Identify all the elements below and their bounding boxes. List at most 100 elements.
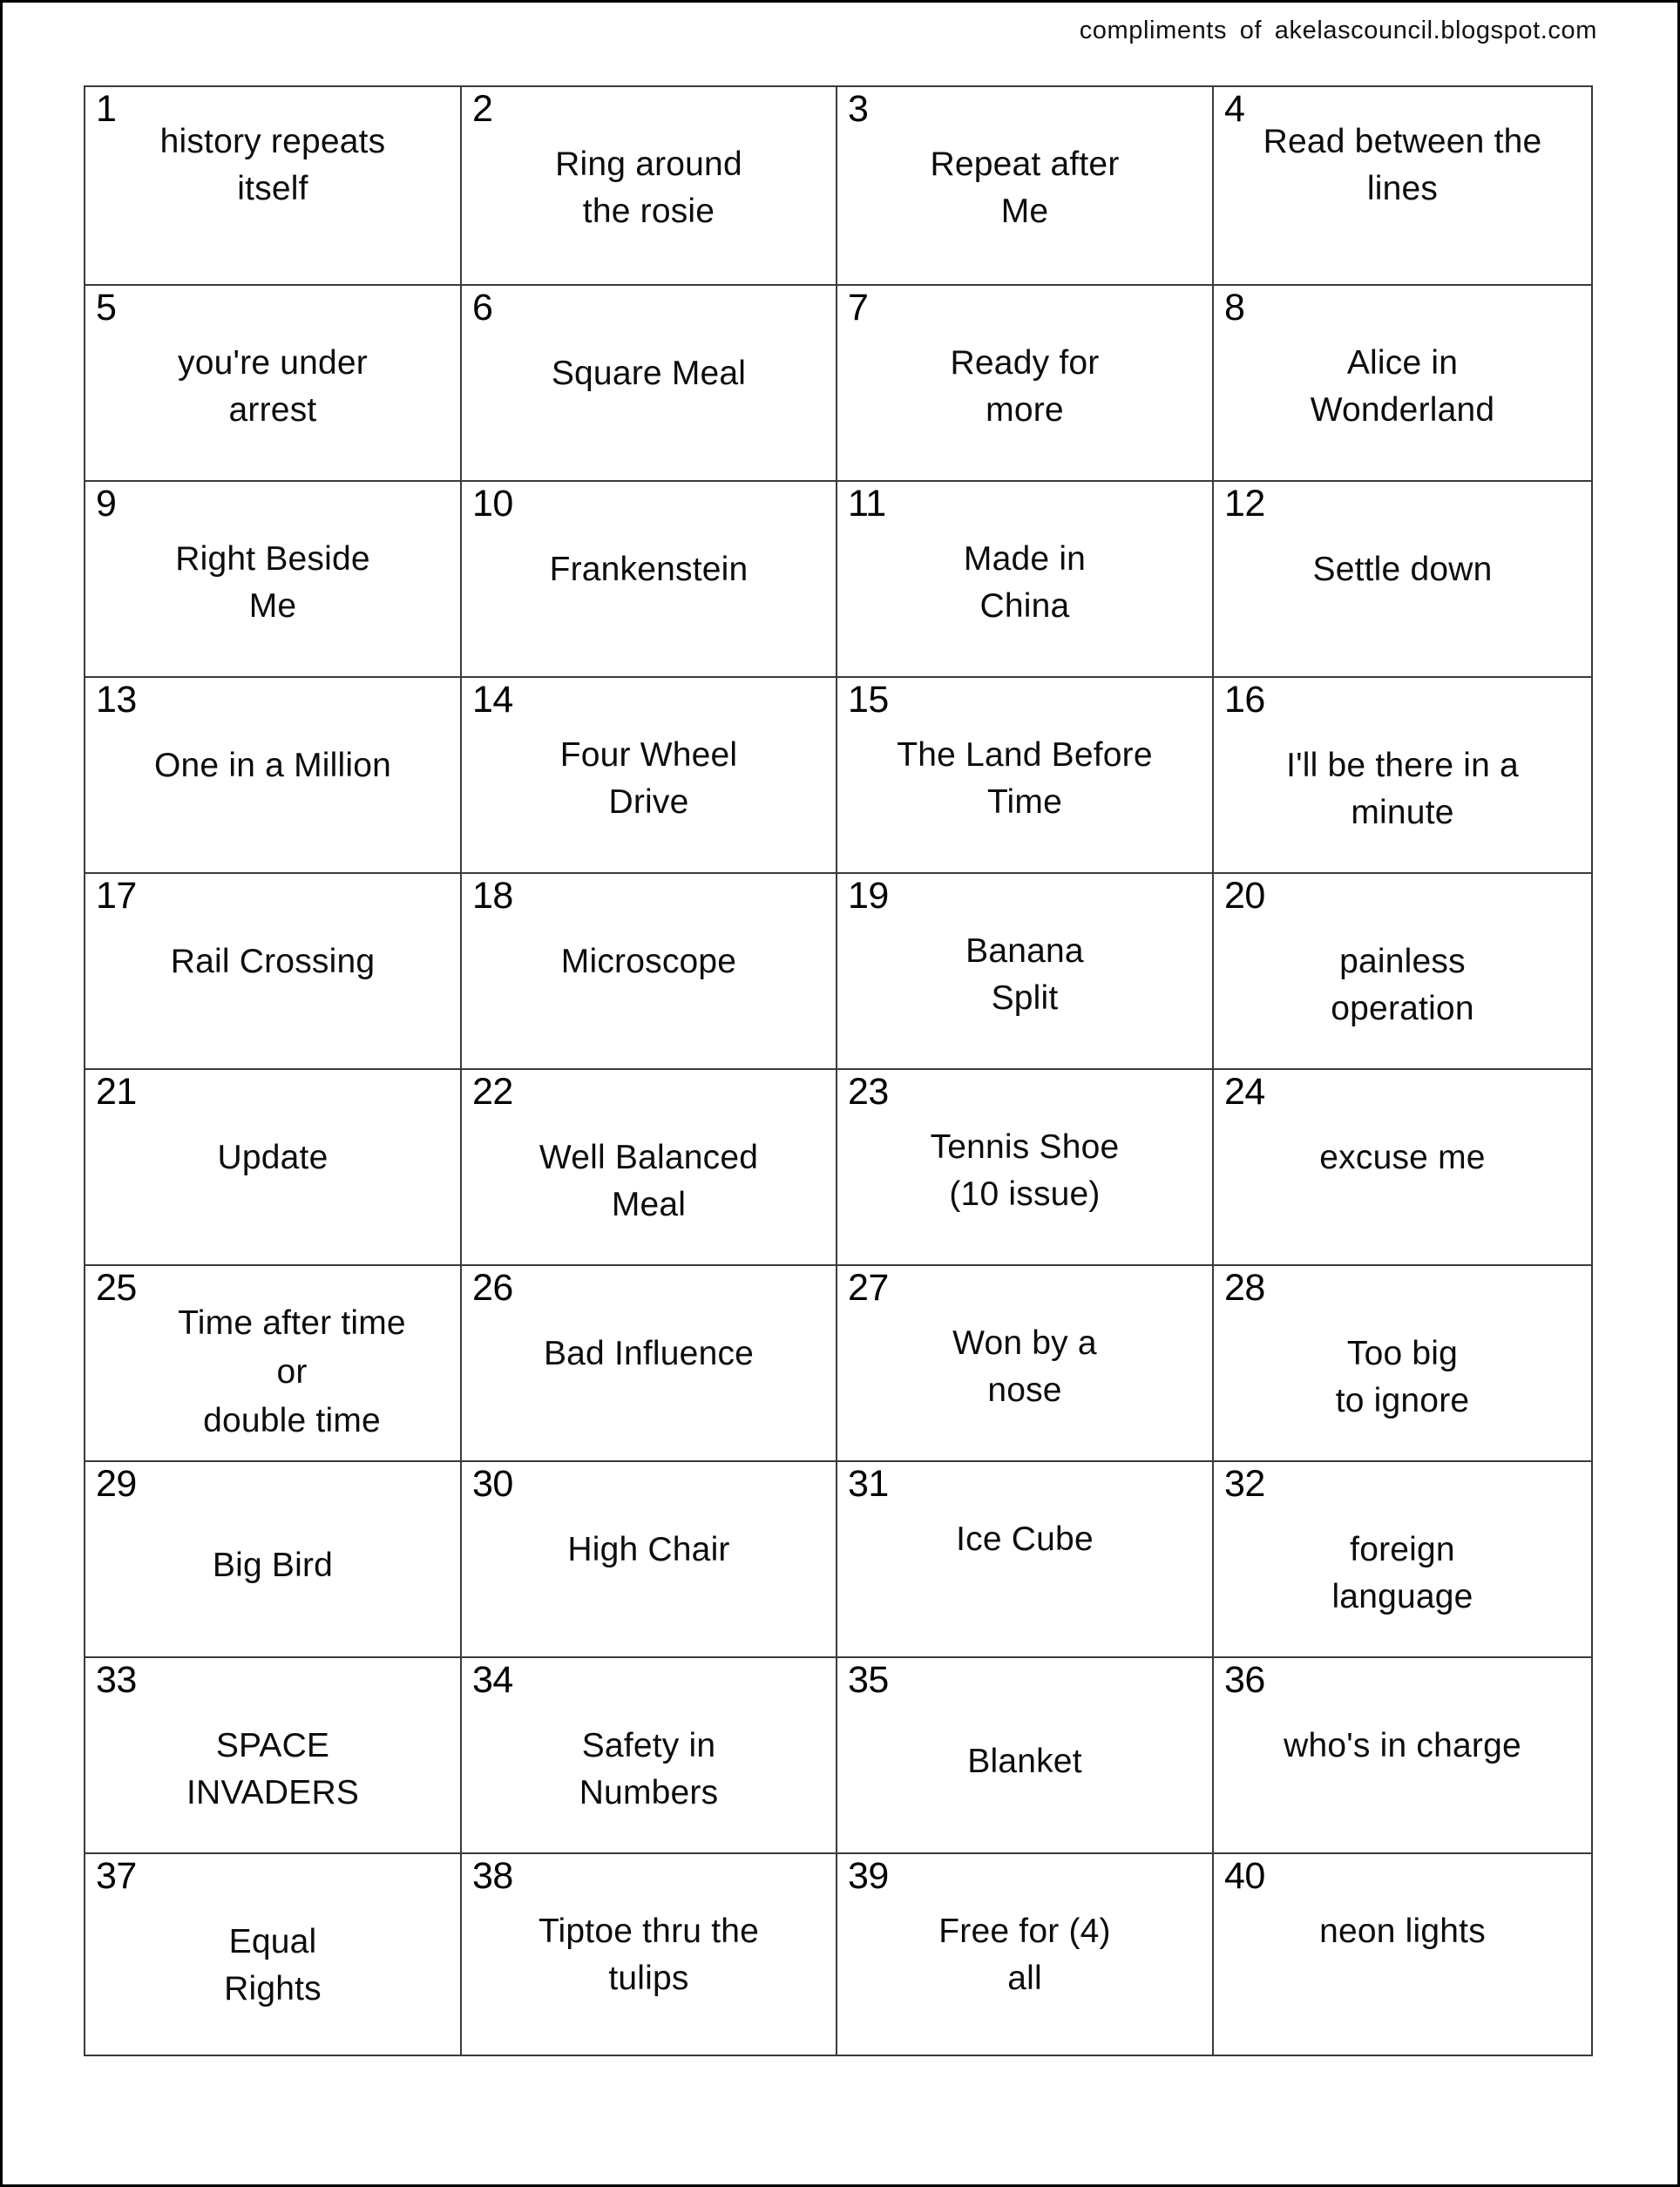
- puzzle-phrase: Square Meal: [551, 355, 747, 392]
- puzzle-number: 38: [472, 1855, 513, 1897]
- puzzle-cell[interactable]: 5 you're under arrest: [84, 284, 462, 482]
- puzzle-grid-row: 37 Equal Rights 38 Tiptoe thru the tulips 39 Fr…: [84, 1852, 1593, 2056]
- puzzle-cell[interactable]: 39 Free for (4) all: [836, 1852, 1214, 2056]
- puzzle-cell[interactable]: 37 Equal Rights: [84, 1852, 462, 2056]
- puzzle-phrase: Four Wheel Drive: [559, 736, 738, 821]
- puzzle-cell[interactable]: 7 Ready for more: [836, 284, 1214, 482]
- puzzle-number: 27: [848, 1267, 889, 1309]
- puzzle-grid-row: 17 Rail Crossing 18 Microscope 19 Banana Split…: [84, 872, 1593, 1070]
- puzzle-grid-row: 9 Right Beside Me 10 Frankenstein 11 Made in Ch…: [84, 480, 1593, 678]
- puzzle-phrase: Made in China: [963, 540, 1087, 625]
- puzzle-phrase: The Land Before Time: [897, 736, 1153, 821]
- puzzle-number: 29: [96, 1463, 137, 1505]
- puzzle-grid-row: 13 One in a Million 14 Four Wheel Drive 15 The…: [84, 676, 1593, 874]
- puzzle-cell[interactable]: 11 Made in China: [836, 480, 1214, 678]
- puzzle-phrase: neon lights: [1319, 1913, 1486, 1950]
- puzzle-grid-body: 1 history repeats itself 2 Ring around the ro…: [84, 85, 1593, 2056]
- puzzle-grid-row: 5 you're under arrest 6 Square Meal 7 Ready fo…: [84, 284, 1593, 482]
- puzzle-cell[interactable]: 29 Big Bird: [84, 1460, 462, 1658]
- puzzle-cell[interactable]: 21 Update: [84, 1068, 462, 1266]
- puzzle-phrase: Equal Rights: [224, 1923, 322, 2008]
- puzzle-cell[interactable]: 23 Tennis Shoe (10 issue): [836, 1068, 1214, 1266]
- puzzle-cell[interactable]: 24 excuse me: [1212, 1068, 1593, 1266]
- puzzle-cell[interactable]: 4 Read between the lines: [1212, 85, 1593, 286]
- puzzle-phrase: Ring around the rosie: [555, 146, 742, 230]
- puzzle-cell[interactable]: 40 neon lights: [1212, 1852, 1593, 2056]
- puzzle-cell[interactable]: 25 Time after time or double time: [84, 1264, 462, 1462]
- puzzle-cell[interactable]: 13 One in a Million: [84, 676, 462, 874]
- blog-credit-line: compliments of akelascouncil.blogspot.co…: [1079, 17, 1597, 44]
- puzzle-grid-row: 25 Time after time or double time 26 Bad Infl…: [84, 1264, 1593, 1462]
- puzzle-number: 34: [472, 1659, 513, 1701]
- puzzle-number: 5: [96, 287, 117, 328]
- puzzle-phrase: Won by a nose: [952, 1324, 1097, 1409]
- puzzle-number: 23: [848, 1071, 889, 1113]
- puzzle-number: 24: [1224, 1071, 1265, 1113]
- puzzle-cell[interactable]: 14 Four Wheel Drive: [460, 676, 837, 874]
- puzzle-cell[interactable]: 1 history repeats itself: [84, 85, 462, 286]
- puzzle-cell[interactable]: 36 who's in charge: [1212, 1656, 1593, 1854]
- puzzle-cell[interactable]: 38 Tiptoe thru the tulips: [460, 1852, 837, 2056]
- puzzle-number: 11: [848, 483, 886, 525]
- puzzle-phrase: Ready for more: [950, 344, 1100, 429]
- puzzle-number: 20: [1224, 875, 1265, 917]
- puzzle-cell[interactable]: 2 Ring around the rosie: [460, 85, 837, 286]
- puzzle-number: 16: [1224, 679, 1265, 721]
- puzzle-phrase: Banana Split: [965, 932, 1084, 1017]
- puzzle-phrase: Big Bird: [212, 1547, 334, 1584]
- puzzle-cell[interactable]: 17 Rail Crossing: [84, 872, 462, 1070]
- puzzle-number: 31: [848, 1463, 889, 1505]
- puzzle-number: 18: [472, 875, 513, 917]
- puzzle-number: 36: [1224, 1659, 1265, 1701]
- puzzle-grid-row: 29 Big Bird 30 High Chair 31 Ice Cube 32 foreig…: [84, 1460, 1593, 1658]
- puzzle-number: 13: [96, 679, 137, 721]
- puzzle-phrase: who's in charge: [1284, 1727, 1521, 1764]
- puzzle-number: 15: [848, 679, 889, 721]
- puzzle-number: 21: [96, 1071, 137, 1113]
- puzzle-number: 33: [96, 1659, 137, 1701]
- puzzle-grid-row: 33 SPACE INVADERS 34 Safety in Numbers 35 Blank…: [84, 1656, 1593, 1854]
- puzzle-number: 30: [472, 1463, 513, 1505]
- puzzle-phrase: Ice Cube: [956, 1520, 1094, 1558]
- puzzle-phrase: Too big to ignore: [1335, 1335, 1470, 1419]
- page-content-area: compliments of akelascouncil.blogspot.co…: [3, 3, 1677, 2184]
- puzzle-cell[interactable]: 8 Alice in Wonderland: [1212, 284, 1593, 482]
- puzzle-cell[interactable]: 16 I'll be there in a minute: [1212, 676, 1593, 874]
- puzzle-cell[interactable]: 19 Banana Split: [836, 872, 1214, 1070]
- puzzle-phrase: Rail Crossing: [170, 943, 376, 980]
- puzzle-cell[interactable]: 28 Too big to ignore: [1212, 1264, 1593, 1462]
- puzzle-phrase: you're under arrest: [178, 344, 368, 429]
- puzzle-phrase: Frankenstein: [549, 551, 749, 588]
- puzzle-cell[interactable]: 18 Microscope: [460, 872, 837, 1070]
- puzzle-cell[interactable]: 30 High Chair: [460, 1460, 837, 1658]
- puzzle-phrase: Bad Influence: [543, 1335, 755, 1372]
- puzzle-cell[interactable]: 3 Repeat after Me: [836, 85, 1214, 286]
- puzzle-cell[interactable]: 12 Settle down: [1212, 480, 1593, 678]
- puzzle-cell[interactable]: 35 Blanket: [836, 1656, 1214, 1854]
- puzzle-grid: 1 history repeats itself 2 Ring around the ro…: [84, 85, 1593, 2056]
- puzzle-cell[interactable]: 15 The Land Before Time: [836, 676, 1214, 874]
- puzzle-cell[interactable]: 10 Frankenstein: [460, 480, 837, 678]
- puzzle-cell[interactable]: 9 Right Beside Me: [84, 480, 462, 678]
- puzzle-number: 39: [848, 1855, 889, 1897]
- puzzle-phrase: Tennis Shoe (10 issue): [930, 1128, 1120, 1213]
- puzzle-cell[interactable]: 32 foreign language: [1212, 1460, 1593, 1658]
- puzzle-cell[interactable]: 34 Safety in Numbers: [460, 1656, 837, 1854]
- puzzle-phrase: painless operation: [1331, 943, 1474, 1027]
- puzzle-cell[interactable]: 6 Square Meal: [460, 284, 837, 482]
- puzzle-number: 6: [472, 287, 493, 328]
- puzzle-cell[interactable]: 31 Ice Cube: [836, 1460, 1214, 1658]
- puzzle-number: 37: [96, 1855, 137, 1897]
- puzzle-phrase: Blanket: [967, 1743, 1082, 1780]
- puzzle-number: 19: [848, 875, 889, 917]
- puzzle-cell[interactable]: 27 Won by a nose: [836, 1264, 1214, 1462]
- puzzle-cell[interactable]: 26 Bad Influence: [460, 1264, 837, 1462]
- puzzle-number: 26: [472, 1267, 513, 1309]
- puzzle-cell[interactable]: 22 Well Balanced Meal: [460, 1068, 837, 1266]
- puzzle-cell[interactable]: 20 painless operation: [1212, 872, 1593, 1070]
- puzzle-phrase: High Chair: [567, 1531, 730, 1568]
- puzzle-number: 8: [1224, 287, 1245, 328]
- printable-page: compliments of akelascouncil.blogspot.co…: [0, 0, 1680, 2187]
- puzzle-phrase: I'll be there in a minute: [1286, 747, 1519, 831]
- puzzle-cell[interactable]: 33 SPACE INVADERS: [84, 1656, 462, 1854]
